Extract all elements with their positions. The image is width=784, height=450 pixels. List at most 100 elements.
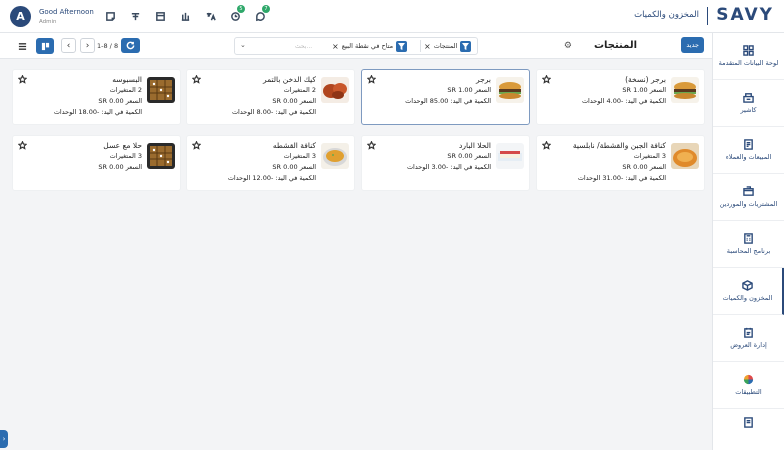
product-detail-line: الكمية في اليد: -18.00 الوحدات [53,108,142,116]
product-image [671,143,699,169]
product-info: برجر (نسخة) السعر 1.00 SR الكمية في اليد:… [582,74,666,107]
new-button[interactable]: جديد [681,37,704,53]
report-icon [744,417,753,428]
note-icon[interactable] [102,8,118,24]
page-title: المنتجات [593,40,637,51]
product-info: الحلا البارد السعر 0.00 SR الكمية في اليد… [407,140,491,173]
search-bar: ⌄ بحث... × متاح في نقطة البيع × المنتجات [234,37,478,55]
star-icon[interactable] [191,140,202,150]
control-panel: ‹ › 1-8 / 8 ⌄ بحث... × متاح في نقطة البي… [0,33,712,59]
star-icon[interactable] [541,74,552,84]
chat-icon[interactable]: 7 [252,5,270,24]
calendar-icon[interactable] [152,8,168,24]
megaphone-icon[interactable] [127,8,143,24]
sidebar-item-label: برنامج المحاسبة [726,246,771,255]
user-role: Admin [39,19,57,25]
breadcrumb[interactable]: المخزون والكميات [634,10,699,20]
search-input[interactable]: بحث... [295,43,312,50]
product-image [496,143,524,169]
next-page-button[interactable]: › [80,38,95,53]
kanban-icon [41,42,49,50]
chevron-right-icon: › [85,40,90,51]
product-image [147,143,175,169]
product-detail-line: 3 المتغيرات [283,152,316,160]
product-image [496,77,524,103]
filter-chip-products: × المنتجات [424,40,472,52]
star-icon[interactable] [366,74,377,84]
expand-panel-button[interactable]: › [0,430,8,448]
header-toolbar: 5 7 [102,5,270,24]
sidebar-item-apps[interactable]: التطبيقات [713,362,784,409]
product-info: كنافة الجبن والقشطة/ نابلسية 3 المتغيرات… [573,140,666,184]
product-detail-line: السعر 0.00 SR [98,97,142,105]
sidebar-item-label: المشتريات والموردين [719,199,778,208]
star-icon[interactable] [17,140,28,150]
product-name: الحلا البارد [459,141,491,150]
apps-icon [743,374,754,384]
accounting-icon [744,232,753,244]
cashier-icon [743,92,754,103]
remove-filter-icon[interactable]: × [424,42,431,51]
product-card[interactable]: برجر السعر 1.00 SR الكمية في اليد: 85.00 … [361,69,530,125]
chat-badge: 7 [262,5,270,13]
product-info: البسبوسه 2 المتغيرات السعر 0.00 SR الكمية … [54,74,142,118]
sidebar-item-label: كاشير [740,105,757,114]
star-icon[interactable] [366,140,377,150]
product-detail-line: 2 المتغيرات [109,86,142,94]
sidebar-item-more[interactable] [713,409,784,439]
product-card[interactable]: كنافة القشطه 3 المتغيرات السعر 0.00 SR الك… [186,135,355,191]
product-detail-line: الكمية في اليد: -3.00 الوحدات [406,163,491,171]
sidebar-item-purchases[interactable]: المشتريات والموردين [713,174,784,221]
inventory-icon [742,279,753,291]
product-detail-line: السعر 1.00 SR [447,86,491,94]
avatar[interactable]: A [10,6,31,27]
product-info: كنافة القشطه 3 المتغيرات السعر 0.00 SR الك… [228,140,316,184]
product-card[interactable]: الحلا البارد السعر 0.00 SR الكمية في اليد… [361,135,530,191]
product-detail-line: الكمية في اليد: -8.00 الوحدات [231,108,316,116]
sidebar-item-label: المبيعات والعملاء [725,152,772,161]
star-icon[interactable] [17,74,28,84]
product-name: برجر [476,75,491,84]
app-logo[interactable]: SAVY [716,5,774,25]
greeting-text: Good Afternoon [39,8,94,16]
product-detail-line: السعر 0.00 SR [272,163,316,171]
product-card[interactable]: حلا مع عسل 3 المتغيرات السعر 0.00 SR [12,135,181,191]
sidebar-item-inventory[interactable]: المخزون والكميات [713,268,784,315]
pager-value[interactable]: 1-8 / 8 [97,42,118,50]
product-info: حلا مع عسل 3 المتغيرات السعر 0.00 SR [98,140,142,173]
star-icon[interactable] [541,140,552,150]
logo-divider [706,7,708,25]
previous-page-button[interactable]: ‹ [61,38,76,53]
product-detail-line: السعر 0.00 SR [447,152,491,160]
product-name: البسبوسه [112,75,142,84]
chevron-right-icon: › [2,435,6,443]
list-icon [18,42,26,50]
product-card[interactable]: كنافة الجبن والقشطة/ نابلسية 3 المتغيرات… [536,135,705,191]
product-card[interactable]: برجر (نسخة) السعر 1.00 SR الكمية في اليد:… [536,69,705,125]
filter-chip-label: متاح في نقطة البيع [341,42,394,50]
activity-badge: 5 [237,5,245,13]
search-options-dropdown-icon[interactable]: ⌄ [240,41,246,49]
filter-chip-label: المنتجات [433,42,458,50]
filter-icon [396,40,408,52]
sidebar-item-cashier[interactable]: كاشير [713,80,784,127]
translate-icon[interactable] [202,8,218,24]
building-icon[interactable] [177,8,193,24]
refresh-button[interactable] [121,38,140,53]
product-card[interactable]: البسبوسه 2 المتغيرات السعر 0.00 SR الكمية … [12,69,181,125]
kanban-view-button[interactable] [36,38,54,54]
sidebar-item-label: إدارة العروض [730,340,767,349]
product-name: برجر (نسخة) [625,75,666,84]
product-card[interactable]: كيك الدخن بالتمر 2 المتغيرات السعر 0.00 S… [186,69,355,125]
sidebar-item-offers[interactable]: إدارة العروض [713,315,784,362]
sidebar-item-sales[interactable]: المبيعات والعملاء [713,127,784,174]
star-icon[interactable] [191,74,202,84]
remove-filter-icon[interactable]: × [332,42,339,51]
dashboard-icon [743,44,754,56]
list-view-button[interactable] [13,38,31,54]
activity-clock-icon[interactable]: 5 [227,5,245,24]
sidebar-item-dashboard[interactable]: لوحة البيانات المتقدمة [713,33,784,80]
gear-icon[interactable]: ⚙ [564,41,572,51]
sidebar-item-label: التطبيقات [735,387,762,396]
sidebar-item-accounting[interactable]: برنامج المحاسبة [713,221,784,268]
